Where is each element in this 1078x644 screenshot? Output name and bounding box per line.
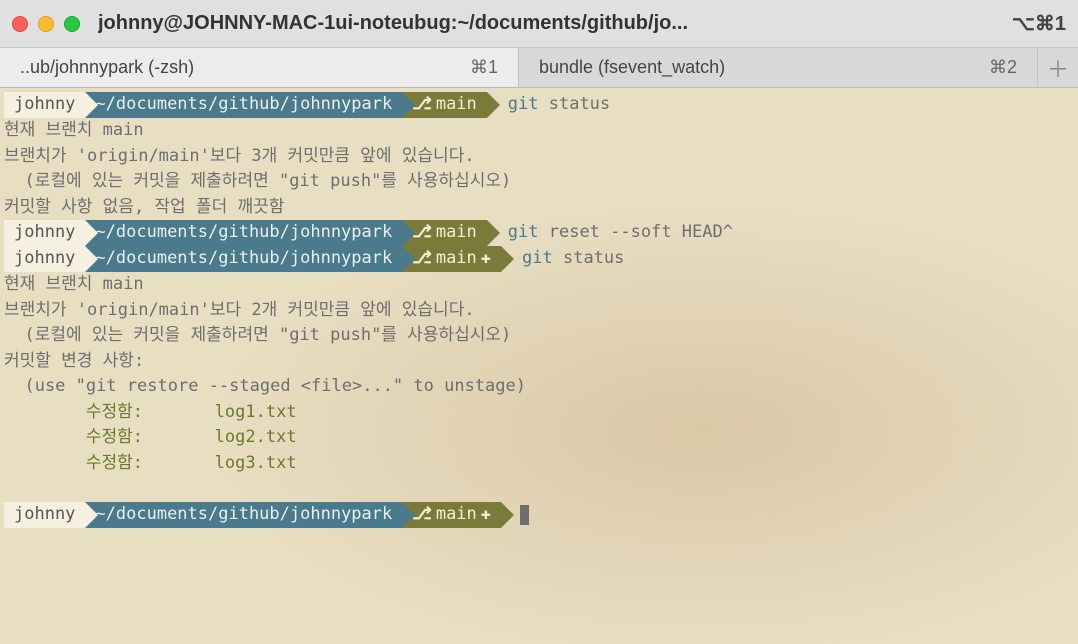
tab-1-key: ⌘1: [470, 57, 498, 78]
dirty-indicator-icon: ✚: [481, 246, 491, 272]
dirty-indicator-icon: ✚: [481, 502, 491, 528]
output-line: 커밋할 사항 없음, 작업 폴더 깨끗함: [0, 195, 1078, 221]
output-line: (use "git restore --staged <file>..." to…: [0, 374, 1078, 400]
new-tab-button[interactable]: ＋: [1038, 48, 1078, 87]
prompt-current: johnny~/documents/github/johnnypark⎇main…: [4, 502, 514, 528]
close-button[interactable]: [12, 16, 28, 32]
cursor: [520, 505, 529, 525]
window-title: johnny@JOHNNY-MAC-1ui-noteubug:~/documen…: [98, 12, 1000, 35]
output-line: (로컬에 있는 커밋을 제출하려면 "git push"를 사용하십시오): [0, 169, 1078, 195]
prompt-1: johnny~/documents/github/johnnypark⎇main: [4, 92, 500, 118]
tab-2[interactable]: bundle (fsevent_watch) ⌘2: [519, 48, 1038, 87]
tabbar: ..ub/johnnypark (-zsh) ⌘1 bundle (fseven…: [0, 48, 1078, 88]
tab-1-label: ..ub/johnnypark (-zsh): [20, 57, 194, 78]
command-2: git reset --soft HEAD^: [508, 220, 733, 246]
titlebar: johnny@JOHNNY-MAC-1ui-noteubug:~/documen…: [0, 0, 1078, 48]
prompt-path: ~/documents/github/johnnypark: [85, 92, 402, 118]
command-3: git status: [522, 246, 624, 272]
output-line: 브랜치가 'origin/main'보다 3개 커밋만큼 앞에 있습니다.: [0, 144, 1078, 170]
window-shortcut: ⌥⌘1: [1012, 11, 1066, 36]
output-line: 현재 브랜치 main: [0, 272, 1078, 298]
output-line: 현재 브랜치 main: [0, 118, 1078, 144]
minimize-button[interactable]: [38, 16, 54, 32]
prompt-user: johnny: [4, 92, 85, 118]
output-line: 커밋할 변경 사항:: [0, 349, 1078, 375]
output-line: 브랜치가 'origin/main'보다 2개 커밋만큼 앞에 있습니다.: [0, 298, 1078, 324]
traffic-lights: [12, 16, 80, 32]
staged-file: 수정함: log2.txt: [0, 425, 1078, 451]
zoom-button[interactable]: [64, 16, 80, 32]
tab-1[interactable]: ..ub/johnnypark (-zsh) ⌘1: [0, 48, 519, 87]
prompt-2: johnny~/documents/github/johnnypark⎇main: [4, 220, 500, 246]
prompt-3: johnny~/documents/github/johnnypark⎇main…: [4, 246, 514, 272]
tab-2-label: bundle (fsevent_watch): [539, 57, 725, 78]
output-line: (로컬에 있는 커밋을 제출하려면 "git push"를 사용하십시오): [0, 323, 1078, 349]
command-1: git status: [508, 92, 610, 118]
tab-2-key: ⌘2: [989, 57, 1017, 78]
staged-file: 수정함: log3.txt: [0, 451, 1078, 477]
terminal-output[interactable]: johnny~/documents/github/johnnypark⎇main…: [0, 88, 1078, 528]
staged-file: 수정함: log1.txt: [0, 400, 1078, 426]
